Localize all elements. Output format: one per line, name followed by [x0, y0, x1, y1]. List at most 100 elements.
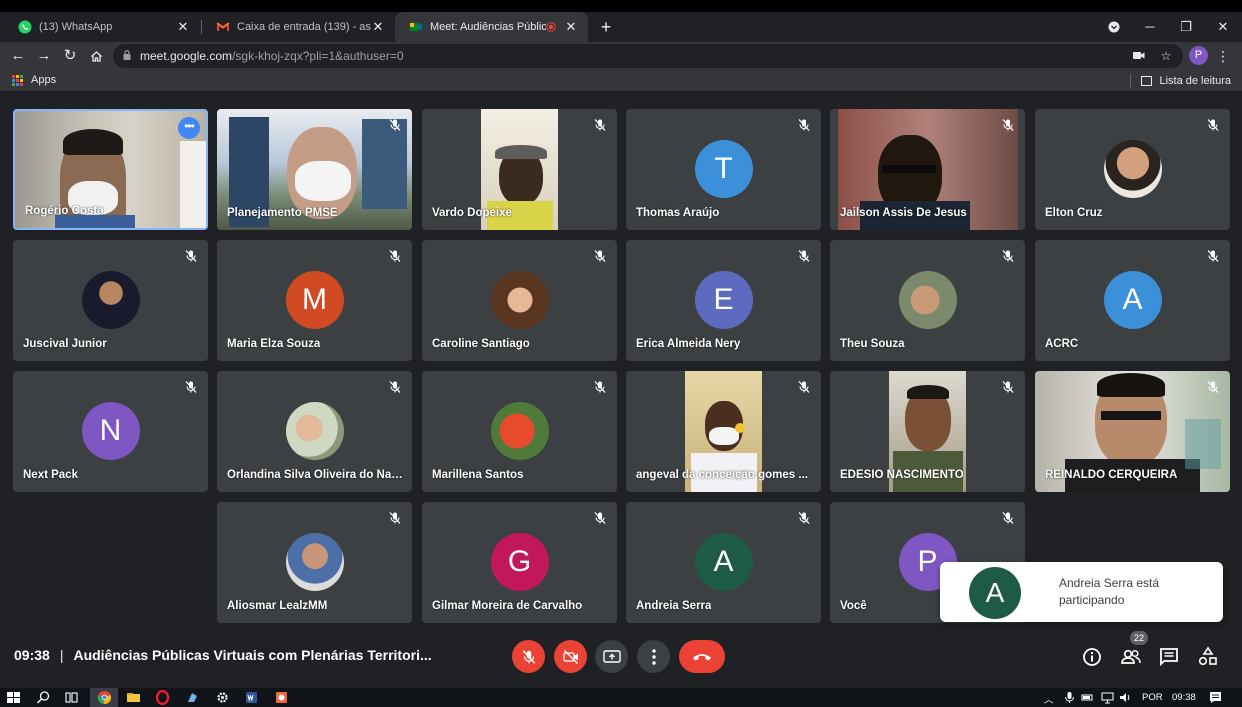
- bookmark-star-icon[interactable]: ☆: [1158, 48, 1174, 64]
- participant-tile[interactable]: Caroline Santiago: [422, 240, 617, 361]
- participant-tile[interactable]: Elton Cruz: [1035, 109, 1230, 230]
- home-icon[interactable]: [86, 46, 106, 66]
- reading-list-button[interactable]: Lista de leitura: [1130, 74, 1231, 88]
- tray-mic-icon[interactable]: [1062, 690, 1077, 705]
- paint-icon[interactable]: [274, 690, 289, 705]
- participant-tile[interactable]: E Erica Almeida Nery: [626, 240, 821, 361]
- present-screen-button[interactable]: [595, 640, 628, 673]
- participant-name: Thomas Araújo: [636, 207, 720, 219]
- mic-muted-icon: [798, 250, 810, 262]
- participant-tile[interactable]: ••• Rogério Costa: [13, 109, 208, 230]
- camera-off-icon: [562, 649, 578, 664]
- participant-tile[interactable]: N Next Pack: [13, 371, 208, 492]
- tab-meet[interactable]: Meet: Audiências Públicas Vi ✕: [395, 12, 588, 42]
- people-icon[interactable]: [1120, 646, 1142, 668]
- reload-icon[interactable]: ↻: [60, 46, 80, 66]
- mic-muted-icon: [594, 512, 606, 524]
- browser-menu-icon[interactable]: ⋮: [1216, 46, 1230, 66]
- reading-list-label: Lista de leitura: [1159, 75, 1231, 87]
- more-options-icon[interactable]: •••: [178, 117, 200, 139]
- input-language[interactable]: POR: [1142, 692, 1163, 703]
- system-clock[interactable]: 09:38: [1172, 692, 1196, 703]
- participant-tile[interactable]: Aliosmar LealzMM: [217, 502, 412, 623]
- minimize-icon[interactable]: ─: [1132, 12, 1168, 42]
- close-tab-icon[interactable]: ✕: [564, 19, 578, 35]
- participant-initial-avatar: T: [694, 140, 753, 198]
- apps-bookmark[interactable]: Apps: [12, 74, 56, 86]
- participant-tile[interactable]: Juscival Junior: [13, 240, 208, 361]
- address-bar[interactable]: meet.google.com/sgk-khoj-zqx?pli=1&authu…: [113, 44, 1183, 68]
- participant-tile[interactable]: Jailson Assis De Jesus: [830, 109, 1025, 230]
- forward-icon[interactable]: →: [34, 46, 54, 66]
- volume-icon[interactable]: [1118, 690, 1133, 705]
- activities-icon[interactable]: [1197, 646, 1219, 668]
- participant-tile[interactable]: A Andreia Serra: [626, 502, 821, 623]
- search-icon[interactable]: [36, 690, 51, 705]
- profile-avatar[interactable]: P: [1189, 46, 1208, 65]
- participant-name: Caroline Santiago: [432, 338, 530, 350]
- participant-tile[interactable]: G Gilmar Moreira de Carvalho: [422, 502, 617, 623]
- tab-search-icon[interactable]: [1096, 12, 1132, 42]
- mic-muted-icon: [1002, 250, 1014, 262]
- meeting-time: 09:38: [14, 647, 50, 663]
- word-icon[interactable]: [244, 690, 259, 705]
- participant-name: ACRC: [1045, 338, 1079, 350]
- tab-gmail[interactable]: Caixa de entrada (139) - ascomp ✕: [202, 12, 395, 42]
- top-black-strip: [0, 0, 1242, 12]
- meeting-details[interactable]: 09:38 | Audiências Públicas Virtuais com P…: [14, 647, 432, 663]
- windows-start-icon[interactable]: [6, 690, 21, 705]
- participant-tile[interactable]: angeval da conceição gomes ...: [626, 371, 821, 492]
- notifications-icon[interactable]: [1208, 690, 1223, 705]
- task-view-icon[interactable]: [64, 690, 79, 705]
- opera-icon[interactable]: [155, 690, 170, 705]
- close-tab-icon[interactable]: ✕: [371, 19, 385, 35]
- close-tab-icon[interactable]: ✕: [176, 19, 190, 35]
- camera-in-use-icon[interactable]: [1131, 48, 1147, 64]
- apps-label: Apps: [31, 74, 57, 86]
- leave-call-button[interactable]: [679, 640, 725, 673]
- file-explorer-icon[interactable]: [126, 690, 141, 705]
- chat-icon[interactable]: [1158, 646, 1180, 668]
- tab-title: (13) WhatsApp: [39, 21, 113, 33]
- maximize-icon[interactable]: ❐: [1168, 12, 1204, 42]
- more-vert-icon: [651, 648, 656, 665]
- mic-muted-icon: [798, 119, 810, 131]
- participant-name: Jailson Assis De Jesus: [840, 207, 967, 219]
- toast-avatar: A: [969, 567, 1021, 619]
- network-icon[interactable]: [1100, 690, 1115, 705]
- back-icon[interactable]: ←: [8, 46, 28, 66]
- mic-muted-icon: [185, 381, 197, 393]
- participant-initial-avatar: G: [490, 533, 549, 591]
- toggle-camera-button[interactable]: [554, 640, 587, 673]
- mic-muted-icon: [1002, 512, 1014, 524]
- participant-tile[interactable]: M Maria Elza Souza: [217, 240, 412, 361]
- toggle-mic-button[interactable]: [512, 640, 545, 673]
- tab-title: Caixa de entrada (139) - ascomp: [237, 21, 371, 33]
- url-text: meet.google.com/sgk-khoj-zqx?pli=1&authu…: [140, 49, 404, 63]
- participant-tile[interactable]: Planejamento PMSE: [217, 109, 412, 230]
- settings-gear-icon[interactable]: [215, 690, 230, 705]
- chrome-icon[interactable]: [97, 690, 112, 705]
- participant-tile[interactable]: A ACRC: [1035, 240, 1230, 361]
- tray-chevron-icon[interactable]: ︿: [1044, 692, 1054, 706]
- tab-whatsapp[interactable]: (13) WhatsApp ✕: [4, 12, 200, 42]
- app-icon[interactable]: [185, 690, 200, 705]
- participant-tile[interactable]: Theu Souza: [830, 240, 1025, 361]
- participant-tile[interactable]: Orlandina Silva Oliveira do Nas...: [217, 371, 412, 492]
- more-options-button[interactable]: [637, 640, 670, 673]
- apps-grid-icon: [12, 74, 23, 86]
- participant-tile[interactable]: T Thomas Araújo: [626, 109, 821, 230]
- gmail-icon: [216, 22, 230, 31]
- whatsapp-icon: [18, 20, 32, 34]
- mic-off-icon: [522, 649, 535, 664]
- participant-name: Juscival Junior: [23, 338, 107, 350]
- participant-tile[interactable]: REINALDO CERQUEIRA: [1035, 371, 1230, 492]
- battery-icon[interactable]: [1080, 690, 1095, 705]
- participant-tile[interactable]: Marillena Santos: [422, 371, 617, 492]
- participant-tile[interactable]: EDESIO NASCIMENTO: [830, 371, 1025, 492]
- meeting-info-icon[interactable]: [1081, 646, 1103, 668]
- close-window-icon[interactable]: ✕: [1205, 12, 1241, 42]
- new-tab-button[interactable]: +: [596, 16, 616, 38]
- participant-tile[interactable]: Vardo Dopeixe: [422, 109, 617, 230]
- browser-window: (13) WhatsApp ✕ Caixa de entrada (139) -…: [0, 0, 1242, 707]
